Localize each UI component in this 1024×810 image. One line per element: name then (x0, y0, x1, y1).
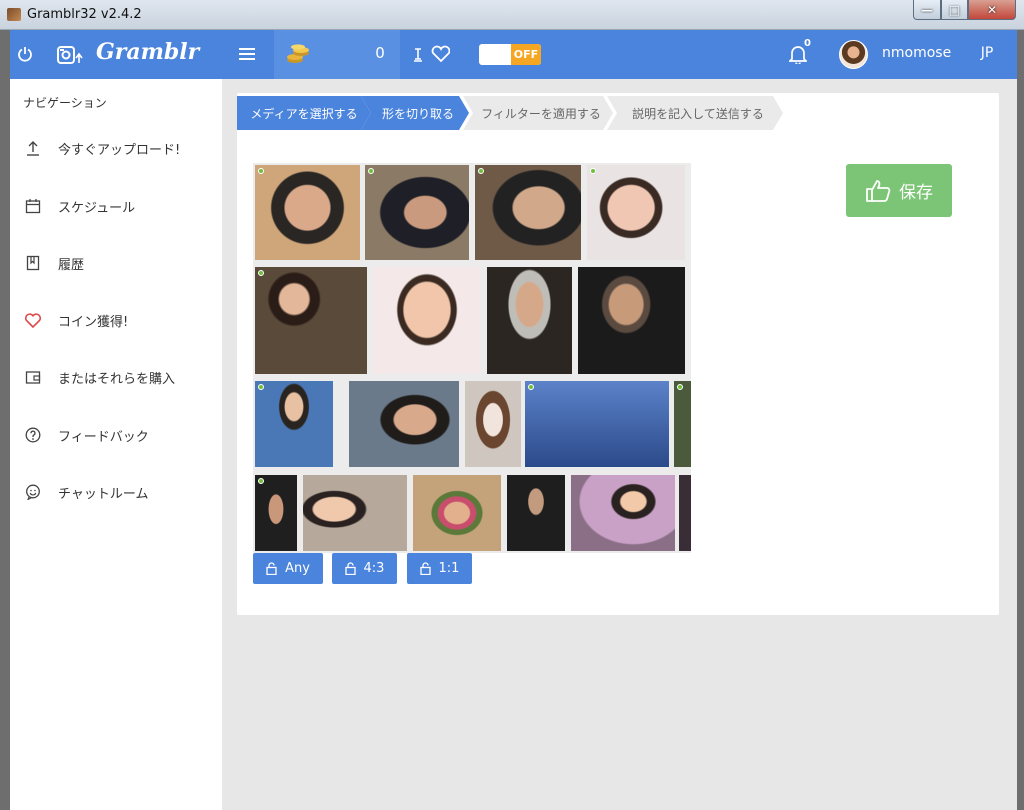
crop-card: メディアを選択する 形を切り取る フィルターを適用する 説明を記入して送信する … (237, 93, 999, 615)
step-describe-send[interactable]: 説明を記入して送信する (607, 96, 783, 130)
crop-any-button[interactable]: Any (253, 553, 323, 584)
photo-thumbnail (303, 475, 407, 551)
close-button[interactable]: ✕ (968, 0, 1016, 20)
main-content: メディアを選択する 形を切り取る フィルターを適用する 説明を記入して送信する … (222, 79, 1017, 810)
photo-thumbnail (475, 165, 581, 260)
question-icon (23, 425, 43, 445)
photo-collage[interactable] (253, 163, 691, 553)
photo-thumbnail (255, 381, 333, 467)
photo-thumbnail (571, 475, 675, 551)
step-label: 形を切り取る (381, 106, 454, 121)
sidebar-item-earn-coins[interactable]: コイン獲得! (10, 300, 222, 340)
sidebar-item-history[interactable]: 履歴 (10, 243, 222, 283)
sidebar-item-chatroom[interactable]: チャットルーム (10, 472, 222, 512)
username[interactable]: nmomose (882, 45, 951, 61)
photo-thumbnail (413, 475, 501, 551)
hamburger-menu-icon[interactable] (238, 46, 256, 62)
unlock-icon (419, 562, 431, 575)
coin-count: 0 (375, 44, 385, 62)
unlock-icon (266, 562, 277, 575)
app-icon (7, 8, 21, 21)
unlock-icon (344, 562, 356, 575)
photo-thumbnail (487, 267, 572, 374)
save-button[interactable]: 保存 (846, 164, 952, 217)
step-label: 説明を記入して送信する (632, 106, 764, 121)
photo-thumbnail (525, 381, 669, 467)
photo-thumbnail (578, 267, 685, 374)
sidebar-item-label: コイン獲得! (58, 314, 129, 330)
notification-count: 0 (804, 38, 811, 49)
sidebar-item-label: スケジュール (58, 200, 136, 216)
power-icon[interactable] (16, 45, 34, 63)
thumbs-up-icon (866, 179, 891, 202)
sidebar: ナビゲーション 今すぐアップロード! スケジュール 履歴 コイン獲得! またはそ… (10, 79, 222, 810)
photo-thumbnail (679, 475, 691, 551)
wallet-icon (23, 367, 43, 387)
step-label: フィルターを適用する (481, 106, 601, 121)
window-titlebar: Gramblr32 v2.4.2 — □ ✕ (0, 0, 1024, 30)
photo-thumbnail (349, 381, 459, 467)
sidebar-item-label: フィードバック (58, 429, 149, 445)
photo-thumbnail (255, 475, 297, 551)
photo-thumbnail (255, 165, 360, 260)
likes-icon[interactable] (411, 44, 451, 64)
coins-icon (286, 42, 310, 66)
sidebar-item-label: またはそれらを購入 (58, 371, 176, 387)
heart-icon (23, 310, 43, 330)
history-icon (23, 253, 43, 273)
step-crop[interactable]: 形を切り取る (361, 96, 469, 130)
avatar[interactable] (839, 40, 868, 69)
calendar-icon (23, 196, 43, 216)
sidebar-item-label: 履歴 (58, 257, 85, 273)
app-header: Gramblr 0 OFF 0 nmomose JP (10, 30, 1017, 79)
sidebar-item-label: チャットルーム (58, 486, 149, 502)
sidebar-item-schedule[interactable]: スケジュール (10, 186, 222, 226)
sidebar-item-buy[interactable]: またはそれらを購入 (10, 357, 222, 397)
photo-thumbnail (587, 165, 685, 260)
crop-label: 4:3 (363, 561, 385, 576)
photo-thumbnail (465, 381, 521, 467)
toggle-state: OFF (511, 44, 541, 65)
save-label: 保存 (899, 183, 933, 203)
upload-icon (23, 138, 43, 158)
photo-thumbnail (373, 267, 481, 374)
maximize-button[interactable]: □ (941, 0, 968, 20)
sidebar-title: ナビゲーション (23, 96, 107, 110)
sidebar-item-upload[interactable]: 今すぐアップロード! (10, 128, 222, 168)
crop-label: 1:1 (438, 561, 460, 576)
crop-1-1-button[interactable]: 1:1 (407, 553, 472, 584)
language-selector[interactable]: JP (972, 45, 1002, 61)
minimize-button[interactable]: — (913, 0, 941, 20)
app-logo: Gramblr (96, 39, 200, 65)
step-select-media[interactable]: メディアを選択する (237, 96, 371, 130)
instagram-upload-icon[interactable] (57, 46, 83, 64)
photo-thumbnail (507, 475, 565, 551)
photo-thumbnail (674, 381, 691, 467)
wizard-steps: メディアを選択する 形を切り取る フィルターを適用する 説明を記入して送信する (237, 93, 999, 131)
step-apply-filter[interactable]: フィルターを適用する (463, 96, 613, 130)
sidebar-item-feedback[interactable]: フィードバック (10, 415, 222, 455)
chat-icon (23, 482, 43, 502)
photo-thumbnail (365, 165, 469, 260)
sidebar-item-label: 今すぐアップロード! (58, 142, 181, 158)
crop-4-3-button[interactable]: 4:3 (332, 553, 397, 584)
step-label: メディアを選択する (250, 106, 358, 121)
window-title: Gramblr32 v2.4.2 (27, 7, 142, 22)
crop-label: Any (285, 561, 310, 576)
auto-toggle[interactable]: OFF (479, 44, 541, 65)
photo-thumbnail (255, 267, 367, 374)
